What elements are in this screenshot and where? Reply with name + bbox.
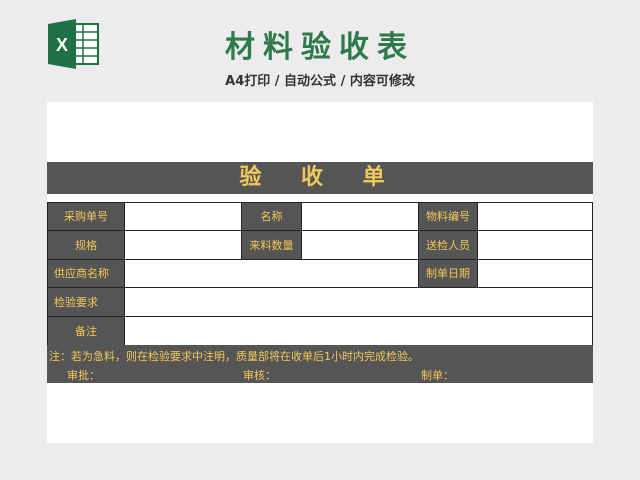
form-footer: 注：若为急料，则在检验要求中注明，质量部将在收单后1小时内完成检验。 审批： 审… (47, 345, 593, 383)
field-incoming-qty[interactable] (301, 230, 419, 260)
label-spec: 规格 (47, 230, 125, 260)
form-sheet: 验 收 单 采购单号 名称 物料编号 规格 来料数量 送检人员 供应商名称 制单… (47, 102, 593, 443)
page-title: 材料验收表 (225, 30, 415, 65)
field-supplier[interactable] (124, 259, 419, 288)
field-spec[interactable] (124, 230, 242, 260)
field-date[interactable] (477, 259, 593, 288)
label-incoming-qty: 来料数量 (241, 230, 302, 260)
page-subtitle: A4打印 / 自动公式 / 内容可修改 (225, 74, 415, 89)
label-remarks: 备注 (47, 316, 125, 346)
field-inspector[interactable] (477, 230, 593, 260)
field-remarks[interactable] (124, 316, 593, 346)
maker-label: 制单： (421, 369, 454, 382)
label-name: 名称 (241, 202, 302, 231)
form-separator (47, 194, 593, 202)
label-date: 制单日期 (418, 259, 478, 288)
field-name[interactable] (301, 202, 419, 231)
form-title: 验 收 单 (47, 162, 593, 194)
field-requirements[interactable] (124, 287, 593, 317)
label-inspector: 送检人员 (418, 230, 478, 260)
field-material-no[interactable] (477, 202, 593, 231)
approve-label: 审批： (67, 369, 100, 382)
form-note: 注：若为急料，则在检验要求中注明，质量部将在收单后1小时内完成检验。 (49, 350, 419, 363)
field-purchase-no[interactable] (124, 202, 242, 231)
label-requirements: 检验要求 (47, 287, 125, 317)
review-label: 审核： (243, 369, 276, 382)
label-material-no: 物料编号 (418, 202, 478, 231)
label-supplier: 供应商名称 (47, 259, 125, 288)
label-purchase-no: 采购单号 (47, 202, 125, 231)
